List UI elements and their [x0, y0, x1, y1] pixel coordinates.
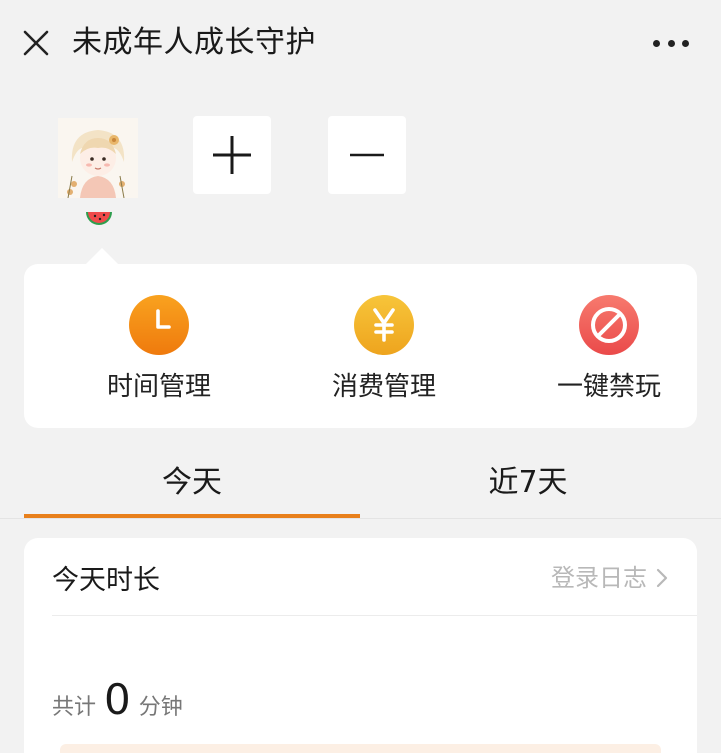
minus-icon — [350, 153, 384, 157]
plus-icon — [213, 136, 251, 174]
more-dots-icon[interactable] — [653, 38, 689, 48]
function-label: 消费管理 — [331, 372, 436, 402]
tab-today[interactable]: 今天 — [24, 448, 360, 518]
time-management-button[interactable]: 时间管理 — [59, 294, 259, 404]
divider — [0, 518, 721, 519]
duration-card: 今天时长 登录日志 共计 0 分钟 — [24, 538, 697, 753]
total-value: 0 — [104, 675, 131, 724]
spending-management-button[interactable]: 消费管理 — [284, 294, 484, 404]
one-click-ban-button[interactable]: 一键禁玩 — [509, 294, 709, 404]
total-unit: 分钟 — [138, 695, 183, 720]
card-pointer — [86, 248, 118, 264]
tab-bar: 今天 近7天 — [0, 448, 721, 518]
total-label: 共计 — [52, 695, 97, 720]
top-bar: 未成年人成长守护 — [0, 0, 721, 88]
duration-title: 今天时长 — [52, 565, 160, 596]
page-title: 未成年人成长守护 — [72, 25, 316, 60]
ban-icon — [579, 295, 639, 355]
clock-icon — [129, 295, 189, 355]
function-label: 时间管理 — [106, 372, 211, 402]
remove-child-button[interactable] — [328, 116, 406, 194]
usage-bar — [60, 744, 661, 753]
tab-last-7-days[interactable]: 近7天 — [360, 448, 696, 518]
child-avatar[interactable] — [58, 118, 138, 198]
function-label: 一键禁玩 — [556, 372, 661, 402]
add-child-button[interactable] — [193, 116, 271, 194]
chevron-right-icon — [656, 568, 668, 588]
divider — [52, 615, 697, 616]
login-log-label: 登录日志 — [551, 564, 647, 592]
yuan-icon — [354, 295, 414, 355]
login-log-link[interactable]: 登录日志 — [551, 562, 669, 594]
total-duration: 共计 0 分钟 — [52, 676, 183, 724]
function-card: 时间管理 消费管理 一键禁玩 — [24, 264, 697, 428]
watermelon-icon — [86, 212, 112, 225]
close-icon[interactable] — [22, 29, 50, 57]
